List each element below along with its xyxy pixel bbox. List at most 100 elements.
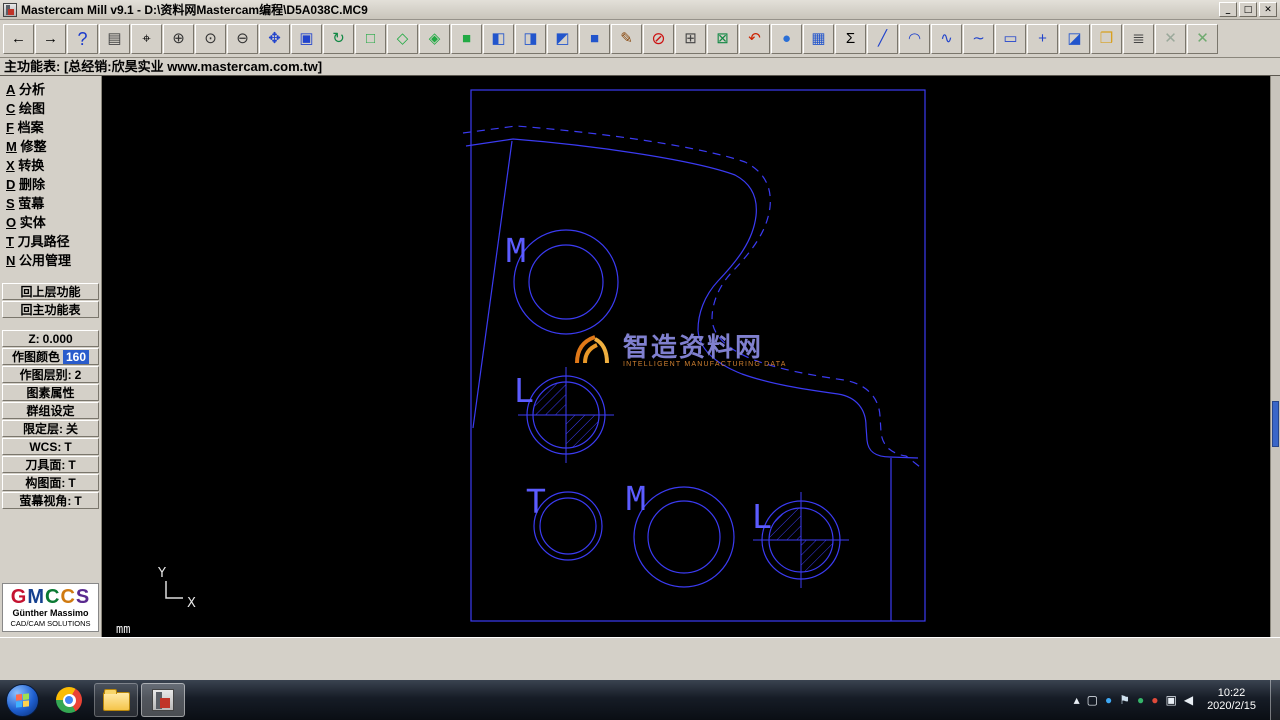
line-icon-button[interactable]: ╱ <box>867 24 898 54</box>
tool-plane-button[interactable]: 刀具面:T <box>2 456 99 473</box>
disabled-x-icon: ✕ <box>1164 31 1177 46</box>
menu-hotkey: A <box>6 82 15 97</box>
maximize-button[interactable]: □ <box>1239 2 1257 17</box>
chook-sigma-icon-button[interactable]: Σ <box>835 24 866 54</box>
solids-icon-button[interactable]: ◪ <box>1059 24 1090 54</box>
antivirus-tray-icon[interactable]: ● <box>1137 694 1144 706</box>
delete-icon-button[interactable]: ⊘ <box>643 24 674 54</box>
repaint-icon: ↻ <box>332 31 345 46</box>
sidebar-item-N[interactable]: N 公用管理 <box>0 251 101 270</box>
cplane-3d-icon-button[interactable]: ■ <box>579 24 610 54</box>
action-center-flag-icon[interactable]: ⚑ <box>1119 694 1130 706</box>
gview-front-icon-button[interactable]: ◇ <box>387 24 418 54</box>
spline-icon-button[interactable]: ∼ <box>963 24 994 54</box>
status-label: 限定层: <box>23 420 63 437</box>
taskbar-mastercam-button[interactable] <box>141 683 185 717</box>
gview-shaded-icon-button[interactable]: ■ <box>451 24 482 54</box>
taskbar-explorer-button[interactable] <box>94 683 138 717</box>
menubar: 主功能表: [总经销:欣昊实业 www.mastercam.com.tw] <box>0 58 1280 76</box>
main-menu-button[interactable]: 回主功能表 <box>2 301 99 318</box>
gmccs-letter: C <box>60 586 75 608</box>
attributes-icon: ≣ <box>1132 31 1145 46</box>
status-label: 萤幕视角: <box>19 492 71 509</box>
sidebar-item-X[interactable]: X 转换 <box>0 156 101 175</box>
fillet-icon-button[interactable]: ∿ <box>931 24 962 54</box>
help-icon-button[interactable]: ? <box>67 24 98 54</box>
scrollbar-thumb[interactable] <box>1272 401 1279 447</box>
start-button[interactable] <box>6 684 39 717</box>
zoom-target-icon-button[interactable]: ▣ <box>291 24 322 54</box>
gmccs-letter: M <box>27 586 45 608</box>
cplane-front-icon: ◨ <box>523 31 537 46</box>
fit-screen-icon-button[interactable]: ✥ <box>259 24 290 54</box>
sidebar-item-O[interactable]: O 实体 <box>0 213 101 232</box>
sidebar-item-D[interactable]: D 删除 <box>0 175 101 194</box>
window-title: Mastercam Mill v9.1 - D:\资料网Mastercam编程\… <box>21 1 1217 18</box>
cplane-top-icon-button[interactable]: ◧ <box>483 24 514 54</box>
volume-tray-icon[interactable]: ◀ <box>1184 694 1193 706</box>
draw-level-button[interactable]: 作图层别:2 <box>2 366 99 383</box>
menu-hotkey: X <box>6 158 15 173</box>
draw-color-button[interactable]: 作图颜色160 <box>2 348 99 365</box>
sidebar-item-A[interactable]: A 分析 <box>0 80 101 99</box>
analyze-cursor-icon-button[interactable]: ⌖ <box>131 24 162 54</box>
sketch-icon-button[interactable]: ✎ <box>611 24 642 54</box>
disabled-x2-icon-button[interactable]: ✕ <box>1187 24 1218 54</box>
cplane-front-icon-button[interactable]: ◨ <box>515 24 546 54</box>
rectangle-icon-button[interactable]: ▭ <box>995 24 1026 54</box>
z-depth-button[interactable]: Z:0.000 <box>2 330 99 347</box>
close-button[interactable]: ✕ <box>1259 2 1277 17</box>
sidebar-item-M[interactable]: M 修整 <box>0 137 101 156</box>
status-value: T <box>64 440 71 454</box>
unit-label: mm <box>116 622 130 636</box>
point-icon-button[interactable]: + <box>1027 24 1058 54</box>
menu-label: 实体 <box>16 215 46 230</box>
regen-screen-icon-button[interactable]: ⊠ <box>707 24 738 54</box>
menu-label: 档案 <box>14 120 44 135</box>
hidden-icons-chevron[interactable]: ▴ <box>1074 694 1080 706</box>
levels-icon-button[interactable]: ❒ <box>1091 24 1122 54</box>
repaint-icon-button[interactable]: ↻ <box>323 24 354 54</box>
printer-tray-icon[interactable]: ▣ <box>1165 694 1176 706</box>
drawing-canvas[interactable]: MLTML Y X mm 智造资料网 INTELLIGENT MANUFACTU… <box>102 76 1270 637</box>
zoom-window-icon-button[interactable]: ⊙ <box>195 24 226 54</box>
zoom-out-icon-button[interactable]: ⊖ <box>227 24 258 54</box>
construction-plane-button[interactable]: 构图面:T <box>2 474 99 491</box>
sidebar-item-F[interactable]: F 档案 <box>0 118 101 137</box>
attributes-icon-button[interactable]: ≣ <box>1123 24 1154 54</box>
security-tray-icon[interactable]: ● <box>1105 694 1112 706</box>
gmccs-line2: Günther Massimo <box>3 608 98 619</box>
entity-attributes-button[interactable]: 图素属性 <box>2 384 99 401</box>
minimize-button[interactable]: _ <box>1219 2 1237 17</box>
wcs-button[interactable]: WCS:T <box>2 438 99 455</box>
copy-screen-icon-button[interactable]: ▦ <box>803 24 834 54</box>
display-tray-icon[interactable]: ▢ <box>1087 694 1098 706</box>
forward-icon-button[interactable]: → <box>35 24 66 54</box>
gview-iso-icon-button[interactable]: ◈ <box>419 24 450 54</box>
undo-icon-button[interactable]: ↶ <box>739 24 770 54</box>
disabled-x-icon-button[interactable]: ✕ <box>1155 24 1186 54</box>
alert-tray-icon[interactable]: ● <box>1151 694 1158 706</box>
tray-clock[interactable]: 10:22 2020/2/15 <box>1207 687 1256 713</box>
file-icon-button[interactable]: ▤ <box>99 24 130 54</box>
blank-screen-icon-button[interactable]: ⊞ <box>675 24 706 54</box>
zoom-in-icon-button[interactable]: ⊕ <box>163 24 194 54</box>
arc-icon-button[interactable]: ◠ <box>899 24 930 54</box>
back-one-level-button[interactable]: 回上层功能 <box>2 283 99 300</box>
cplane-side-icon-button[interactable]: ◩ <box>547 24 578 54</box>
sidebar-item-S[interactable]: S 萤幕 <box>0 194 101 213</box>
status-value: 0.000 <box>43 332 73 346</box>
canvas-scrollbar[interactable] <box>1270 76 1280 637</box>
gview-top-icon-button[interactable]: □ <box>355 24 386 54</box>
back-icon-button[interactable]: ← <box>3 24 34 54</box>
sidebar-item-T[interactable]: T 刀具路径 <box>0 232 101 251</box>
gview-iso-icon: ◈ <box>429 31 441 46</box>
sidebar-item-C[interactable]: C 绘图 <box>0 99 101 118</box>
shade-icon-button[interactable]: ● <box>771 24 802 54</box>
limit-level-button[interactable]: 限定层:关 <box>2 420 99 437</box>
gview-button[interactable]: 萤幕视角:T <box>2 492 99 509</box>
titlebar: Mastercam Mill v9.1 - D:\资料网Mastercam编程\… <box>0 0 1280 20</box>
group-settings-button[interactable]: 群组设定 <box>2 402 99 419</box>
show-desktop-button[interactable] <box>1270 680 1280 720</box>
taskbar-chrome-button[interactable] <box>47 683 91 717</box>
